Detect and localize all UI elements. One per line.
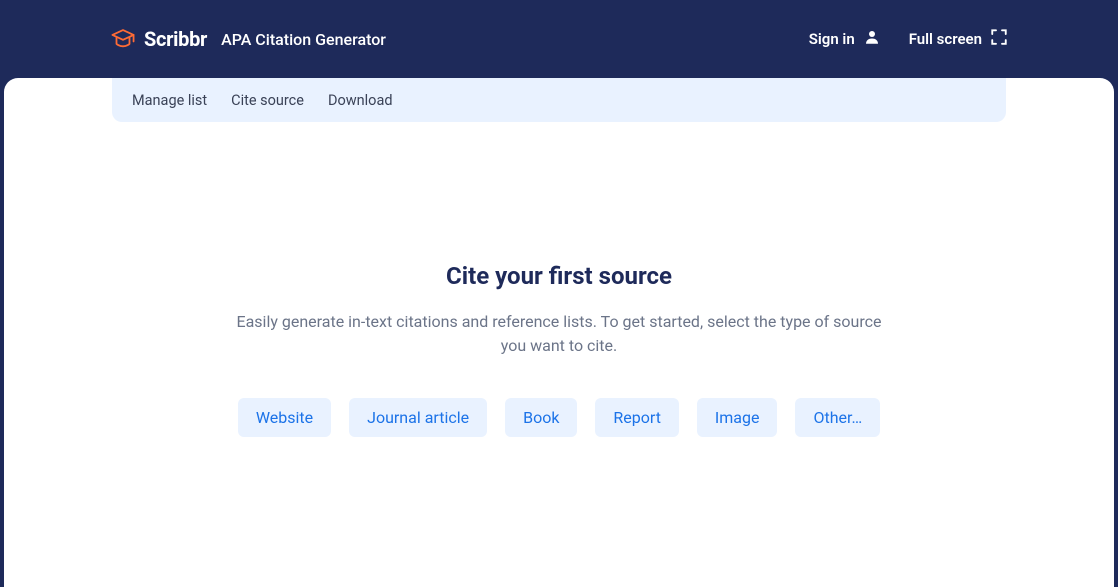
page-description: Easily generate in-text citations and re… bbox=[229, 310, 889, 358]
app-title: APA Citation Generator bbox=[221, 30, 386, 49]
source-other-button[interactable]: Other… bbox=[795, 398, 880, 437]
source-report-button[interactable]: Report bbox=[595, 398, 679, 437]
tab-manage-list[interactable]: Manage list bbox=[132, 92, 207, 109]
logo-text: Scribbr bbox=[144, 27, 207, 51]
header-left: Scribbr APA Citation Generator bbox=[110, 26, 386, 52]
sign-in-label: Sign in bbox=[809, 30, 855, 48]
tabs-bar: Manage list Cite source Download bbox=[112, 78, 1006, 122]
fullscreen-icon bbox=[990, 28, 1008, 50]
header: Scribbr APA Citation Generator Sign in F… bbox=[0, 0, 1118, 78]
logo[interactable]: Scribbr bbox=[110, 26, 207, 52]
source-journal-article-button[interactable]: Journal article bbox=[349, 398, 487, 437]
source-type-buttons: Website Journal article Book Report Imag… bbox=[4, 398, 1114, 437]
fullscreen-label: Full screen bbox=[909, 30, 982, 48]
tab-download[interactable]: Download bbox=[328, 92, 393, 109]
fullscreen-button[interactable]: Full screen bbox=[909, 28, 1008, 50]
content-panel: Manage list Cite source Download Cite yo… bbox=[4, 78, 1114, 587]
tab-cite-source[interactable]: Cite source bbox=[231, 92, 304, 109]
source-website-button[interactable]: Website bbox=[238, 398, 331, 437]
scribbr-logo-icon bbox=[110, 26, 136, 52]
header-right: Sign in Full screen bbox=[809, 28, 1008, 50]
source-book-button[interactable]: Book bbox=[505, 398, 577, 437]
page-heading: Cite your first source bbox=[4, 262, 1114, 290]
sign-in-button[interactable]: Sign in bbox=[809, 28, 881, 50]
main-area: Cite your first source Easily generate i… bbox=[4, 122, 1114, 437]
user-icon bbox=[863, 28, 881, 50]
source-image-button[interactable]: Image bbox=[697, 398, 778, 437]
